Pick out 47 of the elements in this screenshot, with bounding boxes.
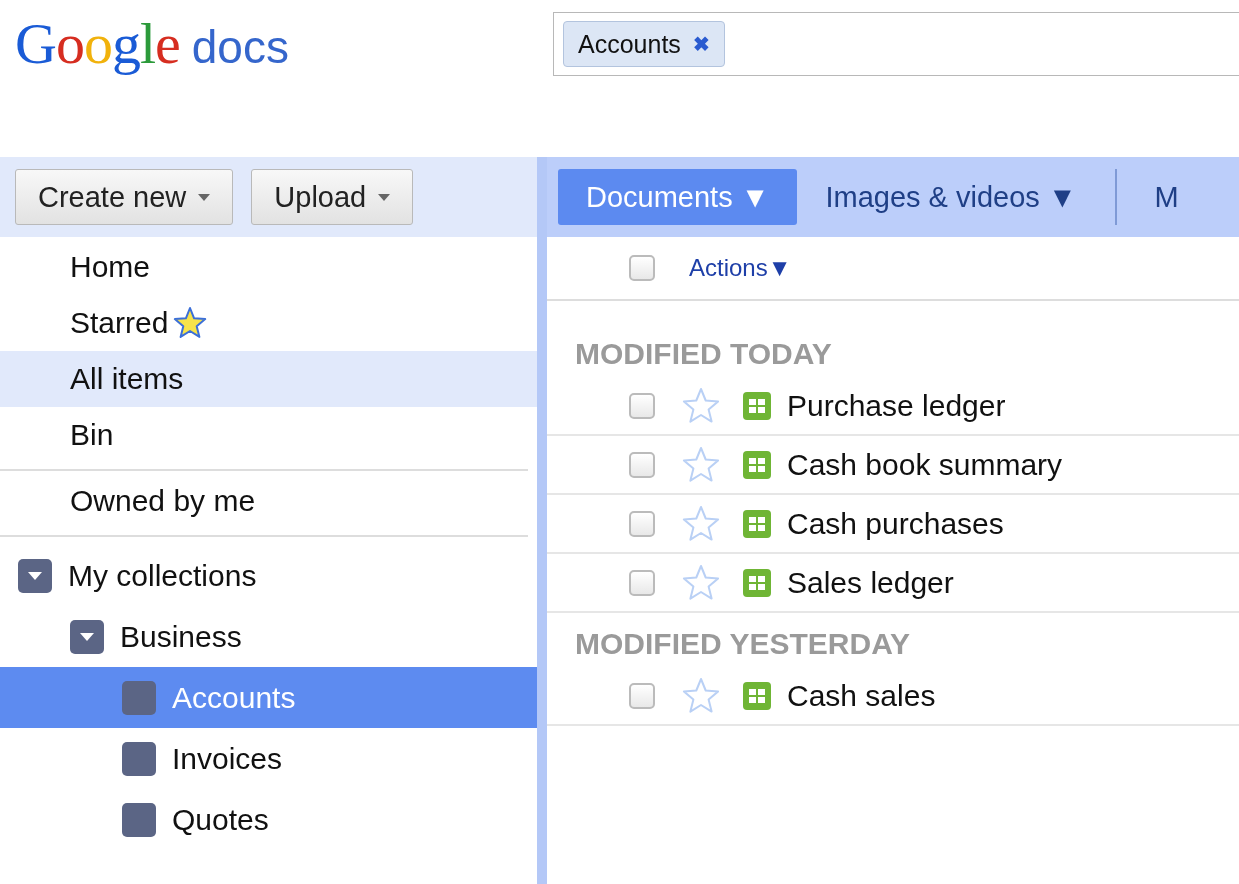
caret-icon: [198, 193, 211, 201]
document-link[interactable]: Purchase ledger: [787, 388, 1006, 423]
filter-chip[interactable]: Accounts ✖: [563, 21, 725, 67]
checkbox[interactable]: [629, 510, 655, 537]
document-link[interactable]: Cash book summary: [787, 447, 1063, 482]
section-heading: MODIFIED TODAY: [574, 336, 833, 372]
spreadsheet-icon: [743, 391, 771, 420]
checkbox[interactable]: [629, 569, 655, 596]
spreadsheet-icon: [743, 509, 771, 538]
menu-button[interactable]: Upload: [251, 169, 414, 225]
tab[interactable]: Images & videos ▼: [797, 169, 1105, 225]
checkbox[interactable]: [629, 682, 655, 709]
sidebar-item[interactable]: Starred: [0, 295, 537, 351]
checkbox[interactable]: [629, 392, 655, 419]
search-field[interactable]: Accounts ✖: [553, 12, 1239, 76]
remove-icon[interactable]: ✖: [692, 32, 710, 56]
folder-icon: [122, 680, 156, 715]
collection-item[interactable]: Quotes: [0, 789, 537, 850]
menu-button[interactable]: Create new: [15, 169, 234, 225]
folder-icon: [122, 741, 156, 776]
document-link[interactable]: Cash sales: [787, 678, 936, 713]
document-link[interactable]: Cash purchases: [787, 506, 1004, 541]
checkbox[interactable]: [629, 255, 655, 281]
star-icon[interactable]: [681, 504, 721, 543]
tab[interactable]: M: [1126, 169, 1207, 225]
section-heading: MODIFIED YESTERDAY: [574, 626, 912, 662]
star-icon[interactable]: [681, 386, 721, 425]
spreadsheet-icon: [743, 568, 771, 597]
spreadsheet-icon: [743, 681, 771, 710]
star-icon[interactable]: [681, 676, 721, 715]
sidebar-item[interactable]: All items: [0, 351, 537, 407]
sidebar-item[interactable]: Home: [0, 239, 537, 295]
sidebar-item[interactable]: Owned by me: [0, 473, 537, 529]
collection-item[interactable]: Invoices: [0, 728, 537, 789]
folder-icon: [122, 802, 156, 837]
collection-item[interactable]: Business: [0, 606, 537, 667]
chip-label: Accounts: [578, 29, 681, 59]
checkbox[interactable]: [629, 451, 655, 478]
document-link[interactable]: Sales ledger: [787, 565, 954, 600]
collection-item[interactable]: My collections: [0, 545, 537, 606]
star-icon[interactable]: [681, 563, 721, 602]
logo: Google docs: [15, 10, 290, 78]
spreadsheet-icon: [743, 450, 771, 479]
caret-icon: [378, 193, 391, 201]
sidebar-item[interactable]: Bin: [0, 407, 537, 463]
star-icon[interactable]: [681, 445, 721, 484]
actions-menu[interactable]: Actions▼: [689, 254, 792, 282]
